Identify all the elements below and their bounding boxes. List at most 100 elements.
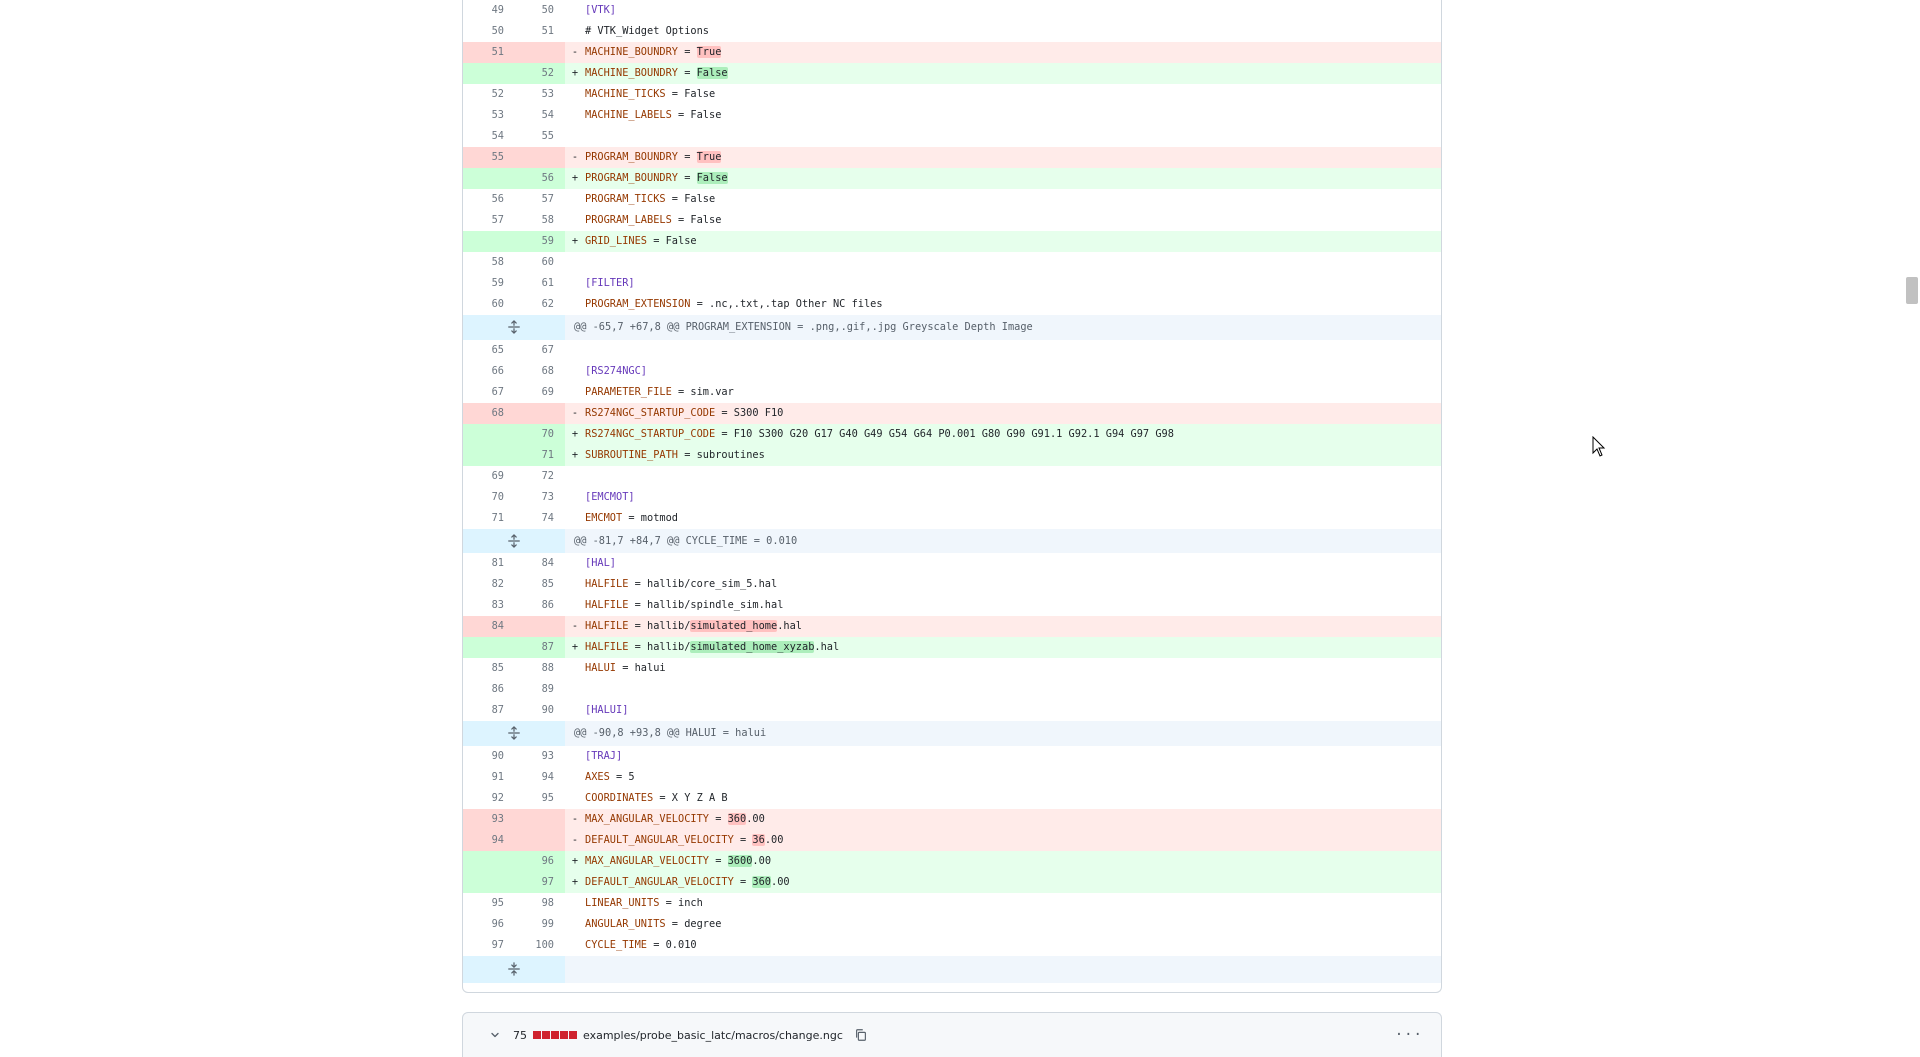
old-line-number[interactable]: 97 bbox=[463, 934, 514, 956]
old-line-number[interactable]: 70 bbox=[463, 486, 514, 508]
old-line-number[interactable] bbox=[463, 871, 514, 893]
new-line-number[interactable] bbox=[514, 808, 565, 830]
old-line-number[interactable]: 91 bbox=[463, 766, 514, 788]
old-line-number[interactable]: 58 bbox=[463, 252, 514, 273]
chevron-down-icon[interactable] bbox=[485, 1025, 505, 1045]
new-line-number[interactable]: 97 bbox=[514, 871, 565, 893]
old-line-number[interactable]: 50 bbox=[463, 21, 514, 42]
old-line-number[interactable]: 53 bbox=[463, 105, 514, 126]
diff-line-deletion: 55 - PROGRAM_BOUNDRY = True bbox=[463, 147, 1441, 168]
old-line-number[interactable]: 94 bbox=[463, 829, 514, 851]
old-line-number[interactable]: 55 bbox=[463, 147, 514, 168]
new-line-number[interactable]: 96 bbox=[514, 850, 565, 872]
old-line-number[interactable]: 90 bbox=[463, 745, 514, 767]
code-content: HALFILE = hallib/simulated_home.hal bbox=[585, 616, 1441, 637]
unfold-icon[interactable] bbox=[463, 528, 565, 553]
new-line-number[interactable] bbox=[514, 829, 565, 851]
new-line-number[interactable]: 71 bbox=[514, 444, 565, 466]
code-text: = bbox=[678, 67, 697, 79]
old-line-number[interactable]: 93 bbox=[463, 808, 514, 830]
new-line-number[interactable]: 74 bbox=[514, 507, 565, 529]
new-line-number[interactable]: 51 bbox=[514, 21, 565, 42]
new-line-number[interactable]: 98 bbox=[514, 892, 565, 914]
old-line-number[interactable]: 65 bbox=[463, 339, 514, 361]
old-line-number[interactable]: 96 bbox=[463, 913, 514, 935]
old-line-number[interactable]: 81 bbox=[463, 553, 514, 574]
old-line-number[interactable]: 56 bbox=[463, 189, 514, 210]
new-line-number[interactable] bbox=[514, 402, 565, 424]
new-line-number[interactable]: 84 bbox=[514, 553, 565, 574]
fold-icon[interactable] bbox=[463, 955, 565, 983]
new-line-number[interactable]: 69 bbox=[514, 381, 565, 403]
scrollbar-thumb[interactable] bbox=[1906, 277, 1918, 304]
old-line-number[interactable]: 92 bbox=[463, 787, 514, 809]
old-line-number[interactable]: 67 bbox=[463, 381, 514, 403]
new-line-number[interactable]: 58 bbox=[514, 210, 565, 231]
old-line-number[interactable]: 54 bbox=[463, 126, 514, 147]
old-line-number[interactable]: 84 bbox=[463, 616, 514, 637]
unfold-icon[interactable] bbox=[463, 315, 565, 340]
new-line-number[interactable]: 86 bbox=[514, 595, 565, 616]
new-line-number[interactable]: 90 bbox=[514, 700, 565, 721]
old-line-number[interactable] bbox=[463, 231, 514, 252]
old-line-number[interactable]: 71 bbox=[463, 507, 514, 529]
new-line-number[interactable]: 93 bbox=[514, 745, 565, 767]
old-line-number[interactable]: 51 bbox=[463, 42, 514, 63]
code-content: MACHINE_TICKS = False bbox=[585, 84, 1441, 105]
new-line-number[interactable]: 50 bbox=[514, 0, 565, 21]
old-line-number[interactable]: 60 bbox=[463, 294, 514, 315]
copy-icon[interactable] bbox=[853, 1027, 869, 1043]
old-line-number[interactable] bbox=[463, 637, 514, 658]
new-line-number[interactable]: 73 bbox=[514, 486, 565, 508]
new-line-number[interactable]: 89 bbox=[514, 679, 565, 700]
new-line-number[interactable]: 88 bbox=[514, 658, 565, 679]
old-line-number[interactable] bbox=[463, 850, 514, 872]
new-line-number[interactable]: 87 bbox=[514, 637, 565, 658]
old-line-number[interactable]: 49 bbox=[463, 0, 514, 21]
new-line-number[interactable]: 68 bbox=[514, 360, 565, 382]
hunk-header-text: @@ -65,7 +67,8 @@ PROGRAM_EXTENSION = .p… bbox=[574, 321, 1033, 333]
old-line-number[interactable]: 95 bbox=[463, 892, 514, 914]
new-line-number[interactable]: 61 bbox=[514, 273, 565, 294]
old-line-number[interactable] bbox=[463, 444, 514, 466]
old-line-number[interactable]: 57 bbox=[463, 210, 514, 231]
new-line-number[interactable]: 55 bbox=[514, 126, 565, 147]
new-line-number[interactable] bbox=[514, 616, 565, 637]
new-line-number[interactable]: 94 bbox=[514, 766, 565, 788]
old-line-number[interactable]: 86 bbox=[463, 679, 514, 700]
old-line-number[interactable]: 87 bbox=[463, 700, 514, 721]
new-line-number[interactable]: 53 bbox=[514, 84, 565, 105]
old-line-number[interactable] bbox=[463, 63, 514, 84]
old-line-number[interactable]: 52 bbox=[463, 84, 514, 105]
old-line-number[interactable]: 59 bbox=[463, 273, 514, 294]
old-line-number[interactable]: 66 bbox=[463, 360, 514, 382]
new-line-number[interactable]: 60 bbox=[514, 252, 565, 273]
unfold-icon[interactable] bbox=[463, 721, 565, 746]
new-line-number[interactable]: 67 bbox=[514, 339, 565, 361]
old-line-number[interactable]: 69 bbox=[463, 465, 514, 487]
page-scrollbar[interactable] bbox=[1905, 0, 1920, 1057]
new-line-number[interactable] bbox=[514, 42, 565, 63]
new-line-number[interactable]: 95 bbox=[514, 787, 565, 809]
new-line-number[interactable]: 85 bbox=[514, 574, 565, 595]
new-line-number[interactable]: 57 bbox=[514, 189, 565, 210]
old-line-number[interactable]: 68 bbox=[463, 402, 514, 424]
new-line-number[interactable]: 99 bbox=[514, 913, 565, 935]
old-line-number[interactable]: 85 bbox=[463, 658, 514, 679]
new-line-number[interactable]: 62 bbox=[514, 294, 565, 315]
new-line-number[interactable]: 56 bbox=[514, 168, 565, 189]
new-line-number[interactable]: 72 bbox=[514, 465, 565, 487]
kebab-horizontal-icon[interactable]: ··· bbox=[1395, 1027, 1423, 1043]
new-line-number[interactable]: 100 bbox=[514, 934, 565, 956]
new-line-number[interactable]: 70 bbox=[514, 423, 565, 445]
new-line-number[interactable]: 54 bbox=[514, 105, 565, 126]
config-key: PROGRAM_LABELS bbox=[585, 214, 672, 226]
new-line-number[interactable] bbox=[514, 147, 565, 168]
new-line-number[interactable]: 59 bbox=[514, 231, 565, 252]
old-line-number[interactable] bbox=[463, 168, 514, 189]
new-line-number[interactable]: 52 bbox=[514, 63, 565, 84]
old-line-number[interactable]: 83 bbox=[463, 595, 514, 616]
file-path-link[interactable]: examples/probe_basic_latc/macros/change.… bbox=[583, 1029, 843, 1042]
old-line-number[interactable] bbox=[463, 423, 514, 445]
old-line-number[interactable]: 82 bbox=[463, 574, 514, 595]
